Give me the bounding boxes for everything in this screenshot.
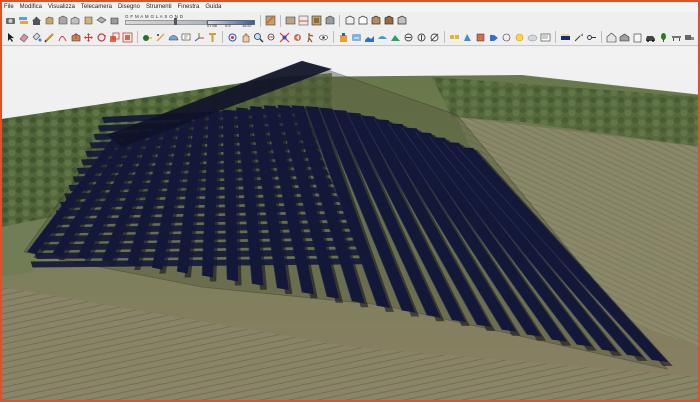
solar-farm-scene: [2, 47, 698, 400]
menu-bar: File Modifica Visualizza Telecamera Dise…: [2, 2, 698, 12]
extension-icon[interactable]: [351, 32, 362, 43]
eraser-icon[interactable]: [18, 32, 29, 43]
toolbar-separator: [444, 31, 445, 43]
dimension-icon[interactable]: [155, 32, 166, 43]
sandbox-icon[interactable]: [364, 32, 375, 43]
protractor-icon[interactable]: [168, 32, 179, 43]
style-icon[interactable]: [475, 32, 486, 43]
bench-icon[interactable]: [671, 32, 682, 43]
home-icon[interactable]: [31, 15, 42, 26]
shadow-settings: G F M A M G L A S O N D 07:56 0:5 16:57: [125, 14, 255, 28]
shovel-icon[interactable]: [573, 32, 584, 43]
toolbar-separator: [222, 31, 223, 43]
walk-icon[interactable]: [305, 32, 316, 43]
time-start: 07:56: [207, 22, 218, 28]
zoom-extents-icon[interactable]: [279, 32, 290, 43]
menu-finestra[interactable]: Finestra: [178, 2, 200, 12]
xray-icon[interactable]: [311, 15, 322, 26]
back-view-icon[interactable]: [70, 15, 81, 26]
top-view-icon[interactable]: [96, 15, 107, 26]
model-viewport[interactable]: [2, 47, 698, 400]
monochrome-icon[interactable]: [396, 15, 407, 26]
sketchup-window: File Modifica Visualizza Telecamera Dise…: [0, 0, 700, 402]
zoom-window-icon[interactable]: [266, 32, 277, 43]
layers-icon[interactable]: [18, 15, 29, 26]
axes-icon[interactable]: [194, 32, 205, 43]
add-detail-icon[interactable]: [416, 32, 427, 43]
bottom-view-icon[interactable]: [109, 15, 120, 26]
menu-modifica[interactable]: Modifica: [20, 2, 42, 12]
paint-bucket-icon[interactable]: [31, 32, 42, 43]
toolbar-separator: [339, 14, 340, 27]
warehouse-icon[interactable]: [338, 32, 349, 43]
tag-icon[interactable]: [488, 32, 499, 43]
month-slider[interactable]: [125, 19, 207, 25]
pan-icon[interactable]: [240, 32, 251, 43]
toolbar-separator: [333, 31, 334, 43]
truck-icon[interactable]: [684, 32, 695, 43]
rotate-icon[interactable]: [96, 32, 107, 43]
3d-text-icon[interactable]: [207, 32, 218, 43]
select-arrow-icon[interactable]: [5, 32, 16, 43]
toolbar-views: G F M A M G L A S O N D 07:56 0:5 16:57: [2, 12, 698, 29]
scene-icon[interactable]: [501, 32, 512, 43]
section-plane-icon[interactable]: [265, 15, 276, 26]
menu-visualizza[interactable]: Visualizza: [48, 2, 75, 12]
component-icon[interactable]: [449, 32, 460, 43]
fog-icon[interactable]: [527, 32, 538, 43]
outliner-icon[interactable]: [540, 32, 551, 43]
menu-guida[interactable]: Guida: [205, 2, 221, 12]
key-icon[interactable]: [586, 32, 597, 43]
display-section-icon[interactable]: [285, 15, 296, 26]
menu-disegno[interactable]: Disegno: [118, 2, 140, 12]
time-mid: 0:5: [225, 22, 231, 28]
shaded-textures-icon[interactable]: [383, 15, 394, 26]
toolbar-separator: [260, 14, 261, 27]
toolbar-separator: [555, 31, 556, 43]
menu-strumenti[interactable]: Strumenti: [146, 2, 172, 12]
arc-icon[interactable]: [57, 32, 68, 43]
left-view-icon[interactable]: [83, 15, 94, 26]
hidden-line-icon[interactable]: [357, 15, 368, 26]
back-edges-icon[interactable]: [324, 15, 335, 26]
car-icon[interactable]: [645, 32, 656, 43]
offset-icon[interactable]: [122, 32, 133, 43]
smoove-icon[interactable]: [377, 32, 388, 43]
push-pull-icon[interactable]: [70, 32, 81, 43]
menu-telecamera[interactable]: Telecamera: [81, 2, 112, 12]
cabinet-icon[interactable]: [632, 32, 643, 43]
menu-file[interactable]: File: [4, 2, 14, 12]
stamp-icon[interactable]: [390, 32, 401, 43]
move-icon[interactable]: [83, 32, 94, 43]
pencil-line-icon[interactable]: [44, 32, 55, 43]
front-view-icon[interactable]: [44, 15, 55, 26]
previous-view-icon[interactable]: [292, 32, 303, 43]
month-slider-handle[interactable]: [173, 17, 177, 25]
drape-icon[interactable]: [403, 32, 414, 43]
camera-icon[interactable]: [5, 15, 16, 26]
time-end: 16:57: [242, 22, 253, 28]
shaded-icon[interactable]: [370, 15, 381, 26]
orbit-icon[interactable]: [227, 32, 238, 43]
building-icon[interactable]: [606, 32, 617, 43]
tree-icon[interactable]: [658, 32, 669, 43]
tape-measure-icon[interactable]: [142, 32, 153, 43]
warehouse-upload-icon[interactable]: [619, 32, 630, 43]
zoom-icon[interactable]: [253, 32, 264, 43]
right-view-icon[interactable]: [57, 15, 68, 26]
material-icon[interactable]: [462, 32, 473, 43]
look-around-icon[interactable]: [318, 32, 329, 43]
flip-edge-icon[interactable]: [429, 32, 440, 43]
shadows-icon[interactable]: [514, 32, 525, 43]
toolbar-separator: [280, 14, 281, 27]
toolbar-separator: [601, 31, 602, 43]
solar-icon[interactable]: [560, 32, 571, 43]
text-icon[interactable]: [181, 32, 192, 43]
toolbar-separator: [137, 31, 138, 43]
toolbar-tools: [2, 29, 698, 46]
section-cuts-icon[interactable]: [298, 15, 309, 26]
scale-icon[interactable]: [109, 32, 120, 43]
wireframe-icon[interactable]: [344, 15, 355, 26]
